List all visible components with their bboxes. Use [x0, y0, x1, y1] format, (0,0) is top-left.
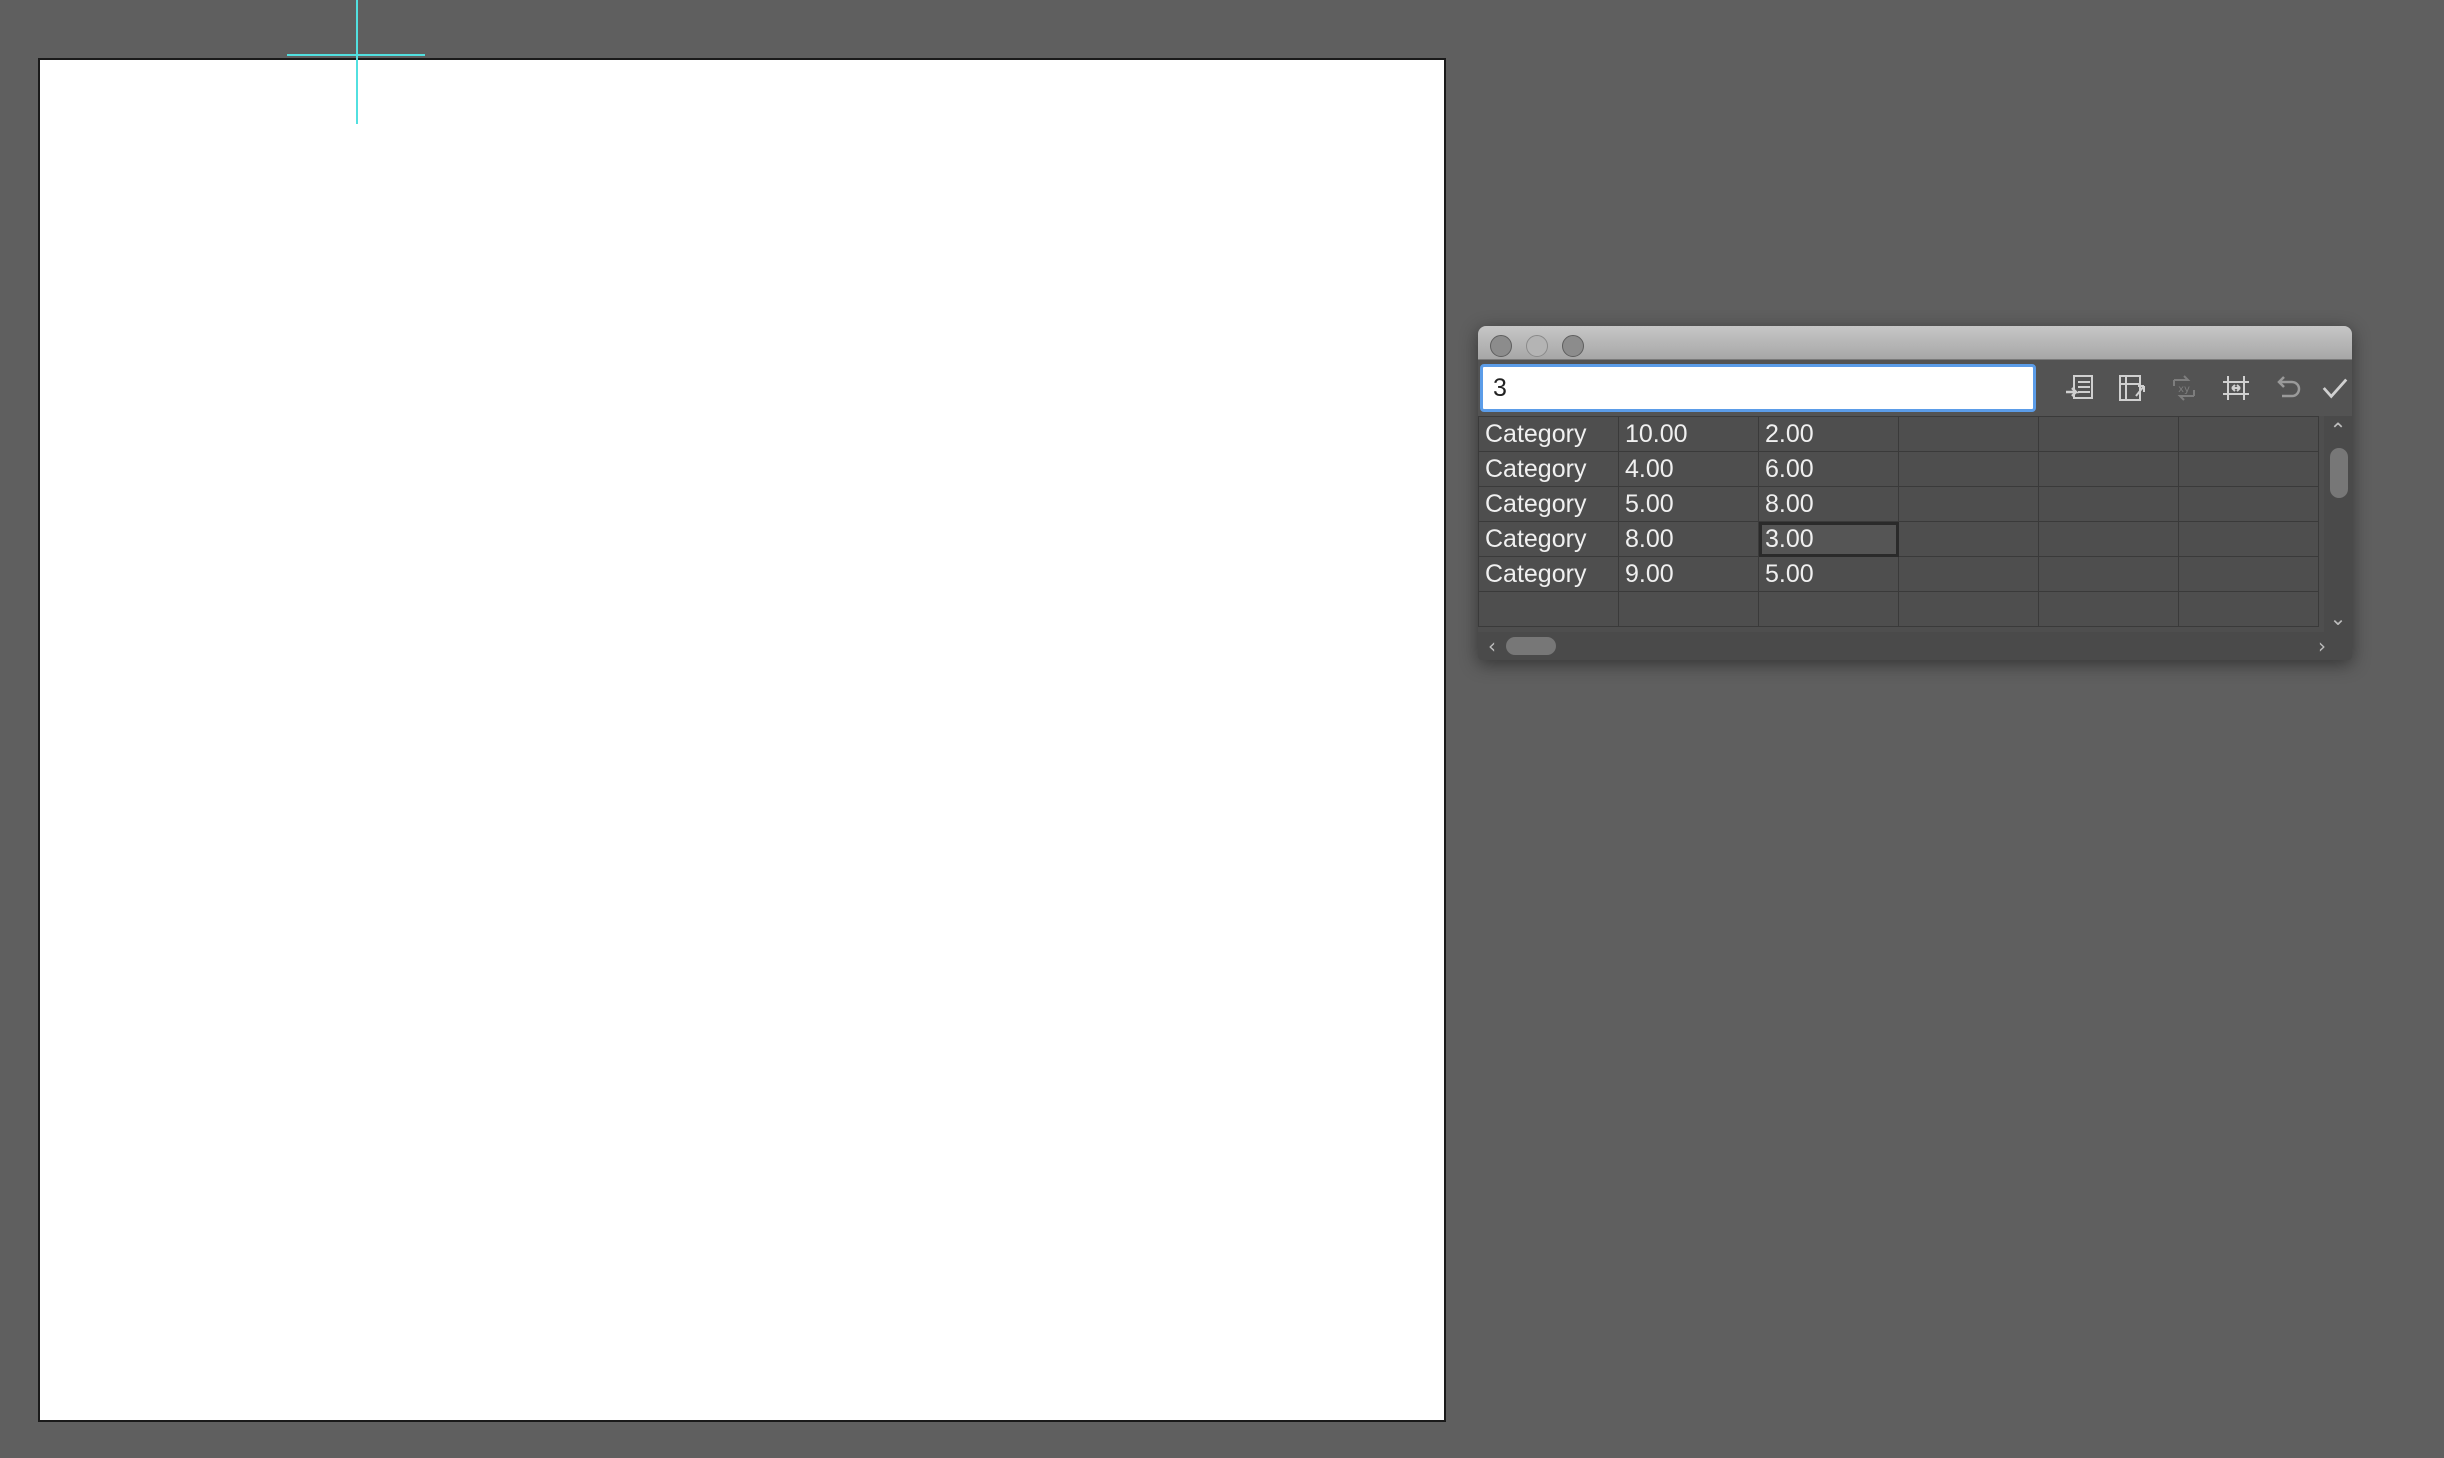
- scroll-left-icon[interactable]: ‹: [1480, 636, 1504, 656]
- grid-cell[interactable]: Category: [1478, 486, 1619, 522]
- revert-button[interactable]: [2268, 370, 2308, 406]
- grid-cell[interactable]: [2038, 556, 2179, 592]
- grid-cell[interactable]: [1758, 591, 1899, 627]
- cell-value-input[interactable]: [1480, 364, 2036, 412]
- apply-button[interactable]: [2320, 370, 2350, 406]
- crosshair-guide-vertical: [356, 0, 358, 124]
- grid-cell[interactable]: [2038, 416, 2179, 452]
- grid-cell[interactable]: [1898, 521, 2039, 557]
- grid-cell[interactable]: [1898, 416, 2039, 452]
- import-data-button[interactable]: [2060, 370, 2100, 406]
- grid-cell[interactable]: [1618, 591, 1759, 627]
- grid-cell[interactable]: [1478, 591, 1619, 627]
- grid-cell[interactable]: [2038, 451, 2179, 487]
- table-row: [1478, 591, 2319, 627]
- table-row: Category 4.00 6.00: [1478, 451, 2319, 487]
- grid-cell[interactable]: [1898, 591, 2039, 627]
- grid-cell[interactable]: 10.00: [1618, 416, 1759, 452]
- horizontal-scroll-thumb[interactable]: [1506, 637, 1556, 655]
- table-row: Category 8.00 3.00: [1478, 521, 2319, 557]
- grid-cell[interactable]: [2178, 556, 2319, 592]
- grid-cell[interactable]: 8.00: [1618, 521, 1759, 557]
- zoom-window-button[interactable]: [1562, 335, 1584, 357]
- table-row: Category 9.00 5.00: [1478, 556, 2319, 592]
- grid-cell[interactable]: [2178, 591, 2319, 627]
- import-data-icon: [2066, 375, 2093, 399]
- grid-cell[interactable]: 4.00: [1618, 451, 1759, 487]
- grid-cell[interactable]: Category: [1478, 521, 1619, 557]
- grid-cell[interactable]: [2178, 416, 2319, 452]
- grid-cell[interactable]: [1898, 451, 2039, 487]
- cell-style-icon: [2223, 376, 2249, 400]
- table-row: Category 10.00 2.00: [1478, 416, 2319, 452]
- switch-xy-icon: xy: [2173, 375, 2195, 401]
- scroll-up-icon[interactable]: ⌃: [2326, 420, 2350, 440]
- horizontal-scrollbar[interactable]: ‹ ›: [1478, 632, 2352, 660]
- artboard[interactable]: [38, 58, 1446, 1422]
- svg-text:xy: xy: [2178, 384, 2190, 395]
- grid-cell[interactable]: [2038, 521, 2179, 557]
- grid-cell[interactable]: [2178, 486, 2319, 522]
- minimize-window-button[interactable]: [1526, 335, 1548, 357]
- grid-cell[interactable]: [1898, 556, 2039, 592]
- apply-check-icon: [2322, 378, 2348, 399]
- close-window-button[interactable]: [1490, 335, 1512, 357]
- vertical-scrollbar[interactable]: ⌃ ⌄: [2324, 416, 2352, 632]
- data-grid: Category 10.00 2.00 Category 4.00 6.00 Categor…: [1478, 416, 2324, 632]
- grid-cell[interactable]: Category: [1478, 416, 1619, 452]
- graph-data-toolbar: xy: [1478, 360, 2352, 416]
- grid-cell[interactable]: Category: [1478, 451, 1619, 487]
- transpose-row-column-icon: [2119, 375, 2145, 401]
- scroll-right-icon[interactable]: ›: [2310, 636, 2334, 656]
- grid-cell[interactable]: [2038, 591, 2179, 627]
- selected-grid-cell[interactable]: 3.00: [1758, 521, 1899, 557]
- revert-icon: [2277, 376, 2301, 398]
- grid-cell[interactable]: [2178, 451, 2319, 487]
- grid-cell[interactable]: [2038, 486, 2179, 522]
- scroll-down-icon[interactable]: ⌄: [2326, 608, 2350, 628]
- grid-cell[interactable]: [1898, 486, 2039, 522]
- cell-style-button[interactable]: [2216, 370, 2256, 406]
- grid-cell[interactable]: 8.00: [1758, 486, 1899, 522]
- transpose-row-column-button[interactable]: [2112, 370, 2152, 406]
- grid-cell[interactable]: [2178, 521, 2319, 557]
- grid-cell[interactable]: 2.00: [1758, 416, 1899, 452]
- switch-xy-button[interactable]: xy: [2164, 370, 2204, 406]
- grid-cell[interactable]: Category: [1478, 556, 1619, 592]
- vertical-scroll-thumb[interactable]: [2330, 448, 2348, 498]
- graph-data-window: xy Category10.002.00Catego: [1478, 326, 2352, 660]
- window-titlebar[interactable]: [1478, 326, 2352, 360]
- grid-cell[interactable]: 9.00: [1618, 556, 1759, 592]
- grid-cell[interactable]: 5.00: [1618, 486, 1759, 522]
- grid-cell[interactable]: 6.00: [1758, 451, 1899, 487]
- grid-cell[interactable]: 5.00: [1758, 556, 1899, 592]
- table-row: Category 5.00 8.00: [1478, 486, 2319, 522]
